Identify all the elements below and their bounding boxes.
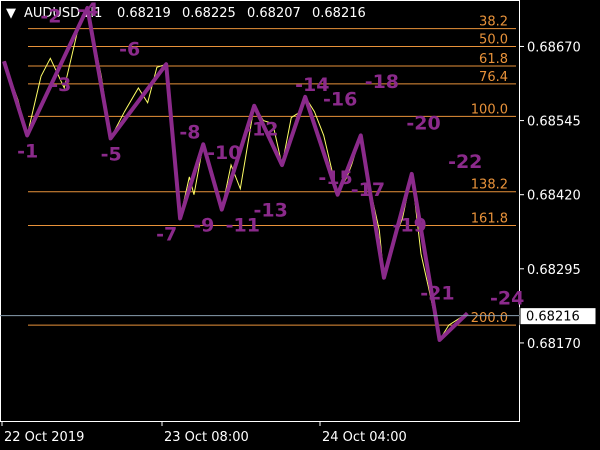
time-tick-2: 24 Oct 04:00 <box>322 430 407 445</box>
price-tick-2: 0.68420 <box>527 189 581 204</box>
zigzag-thin-line <box>3 6 468 341</box>
fib-label-7: 200.0 <box>471 311 508 326</box>
zigzag-label-0: -1 <box>17 140 38 162</box>
price-tick-3: 0.68295 <box>527 263 581 278</box>
zigzag-label-15: -16 <box>323 89 357 111</box>
fib-label-1: 50.0 <box>479 32 508 47</box>
zigzag-label-12: -13 <box>253 200 287 222</box>
fib-label-5: 138.2 <box>471 178 508 193</box>
zigzag-label-1: -2 <box>40 6 61 28</box>
zigzag-label-16: -17 <box>351 179 385 201</box>
time-tick-1: 23 Oct 08:00 <box>164 430 249 445</box>
price-axis[interactable]: 0.68670 0.68545 0.68420 0.68295 0.68170 <box>520 40 581 352</box>
header-high: 0.68225 <box>182 6 236 21</box>
zigzag-label-22: -24 <box>490 287 524 309</box>
zigzag-label-6: -7 <box>156 223 177 245</box>
zigzag-label-19: -20 <box>406 112 440 134</box>
zigzag-label-18: -19 <box>392 215 426 237</box>
fib-label-2: 61.8 <box>479 52 508 67</box>
zigzag-label-2: -3 <box>50 74 71 96</box>
fib-label-3: 76.4 <box>479 70 508 85</box>
zigzag-thick-line <box>2 5 469 342</box>
price-tick-1: 0.68545 <box>527 115 581 130</box>
zigzag-label-11: -12 <box>244 118 278 140</box>
zigzag-label-21: -22 <box>448 151 482 173</box>
fib-label-4: 100.0 <box>471 102 508 117</box>
series-layer <box>2 5 469 342</box>
current-price-label: 0.68216 <box>526 310 580 325</box>
zigzag-label-14: -15 <box>318 167 352 189</box>
zigzag-label-8: -9 <box>193 215 214 237</box>
price-chart[interactable]: ▼ AUDUSD,H1 0.68219 0.68225 0.68207 0.68… <box>0 0 600 450</box>
header-open: 0.68219 <box>117 6 171 21</box>
zigzag-label-9: -10 <box>207 142 241 164</box>
fib-label-0: 38.2 <box>479 15 508 30</box>
zigzag-label-3: -4 <box>77 0 98 21</box>
fibonacci-levels: 38.2 50.0 61.8 76.4 100.0 138.2 161.8 200.0 <box>28 15 516 326</box>
zigzag-label-7: -8 <box>179 121 200 143</box>
price-tick-4: 0.68170 <box>527 337 581 352</box>
time-axis[interactable]: 22 Oct 2019 23 Oct 08:00 24 Oct 04:00 <box>1 421 407 445</box>
symbol-dropdown-icon[interactable]: ▼ <box>6 6 16 21</box>
zigzag-label-5: -6 <box>119 38 140 60</box>
price-line <box>3 6 468 342</box>
zigzag-label-20: -21 <box>420 283 454 305</box>
header-low: 0.68207 <box>247 6 301 21</box>
price-tick-0: 0.68670 <box>527 40 581 55</box>
zigzag-label-4: -5 <box>101 143 122 165</box>
time-tick-0: 22 Oct 2019 <box>4 430 84 445</box>
zigzag-label-17: -18 <box>365 71 399 93</box>
header-close: 0.68216 <box>312 6 366 21</box>
fib-label-6: 161.8 <box>471 212 508 227</box>
chart-window[interactable]: ▼ AUDUSD,H1 0.68219 0.68225 0.68207 0.68… <box>0 0 600 450</box>
